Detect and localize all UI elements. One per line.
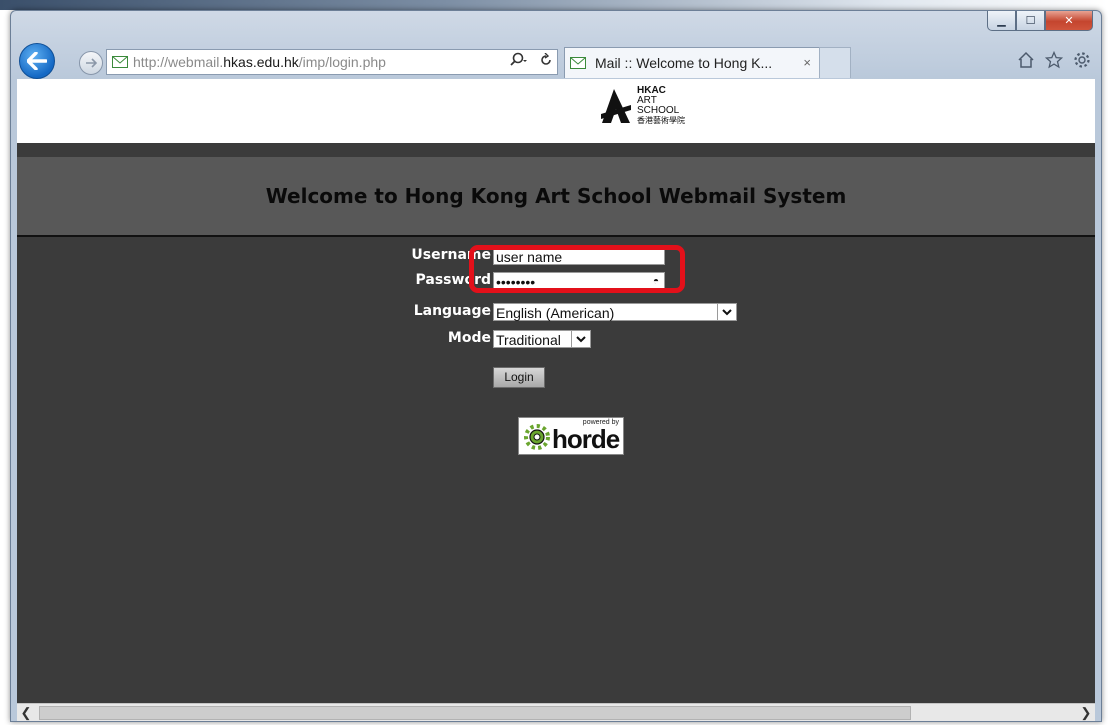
mode-selected: Traditional (496, 332, 561, 348)
site-header: HKAC ART SCHOOL 香港藝術學院 (17, 79, 1095, 143)
tab-close-button[interactable]: × (803, 55, 811, 70)
search-dropdown-button[interactable] (509, 52, 529, 73)
minimize-button[interactable]: ▁ (987, 11, 1016, 31)
window-controls: ▁ ☐ ✕ (987, 11, 1093, 31)
chevron-down-icon (571, 331, 590, 347)
search-icon (510, 52, 527, 66)
refresh-button[interactable] (539, 52, 553, 72)
scroll-left-icon[interactable]: ❮ (17, 704, 35, 721)
refresh-icon (541, 52, 551, 65)
credentials-highlight-box (469, 245, 685, 293)
horizontal-scrollbar[interactable]: ❮ ❯ (17, 703, 1095, 721)
logo-text: HKAC ART SCHOOL 香港藝術學院 (637, 86, 685, 126)
arrow-right-icon (86, 58, 97, 68)
language-label: Language (413, 303, 491, 319)
scrollbar-thumb[interactable] (39, 706, 911, 720)
address-tools (509, 52, 553, 73)
logo-line3: SCHOOL (637, 105, 680, 116)
desktop-background (0, 0, 1108, 10)
close-window-button[interactable]: ✕ (1045, 11, 1093, 31)
mode-row: Mode Traditional (17, 330, 1095, 350)
maximize-icon: ☐ (1025, 14, 1036, 27)
mode-select[interactable]: Traditional (493, 330, 591, 348)
logo-a-mark (601, 89, 631, 123)
language-selected: English (American) (496, 305, 615, 321)
favorites-star-icon[interactable] (1045, 51, 1063, 69)
settings-gear-icon[interactable] (1073, 51, 1091, 69)
horde-gear-icon (524, 424, 550, 450)
logo-line4: 香港藝術學院 (637, 116, 685, 125)
chevron-down-icon (717, 304, 736, 320)
horde-wordmark: horde (552, 424, 620, 454)
scroll-right-icon[interactable]: ❯ (1077, 704, 1095, 721)
home-icon[interactable] (1017, 51, 1035, 69)
language-row: Language English (American) (17, 303, 1095, 323)
url-text: http://webmail.hkas.edu.hk/imp/login.php (133, 54, 386, 70)
maximize-button[interactable]: ☐ (1016, 11, 1045, 31)
language-select[interactable]: English (American) (493, 303, 737, 321)
powered-by-horde-badge[interactable]: powered by horde (518, 417, 624, 455)
browser-window: ▁ ☐ ✕ http://webmail.hkas.edu.hk/imp/log… (10, 10, 1102, 722)
mail-envelope-icon (112, 56, 128, 68)
welcome-banner: Welcome to Hong Kong Art School Webmail … (17, 157, 1095, 237)
address-bar[interactable]: http://webmail.hkas.edu.hk/imp/login.php (106, 49, 558, 75)
forward-button[interactable] (79, 51, 103, 75)
arrow-left-icon (27, 52, 47, 70)
minimize-icon: ▁ (997, 14, 1006, 27)
mode-label: Mode (447, 330, 491, 346)
browser-toolbar (1017, 51, 1091, 69)
mail-envelope-icon (570, 57, 586, 69)
school-logo: HKAC ART SCHOOL 香港藝術學院 (599, 86, 685, 126)
page-title: Welcome to Hong Kong Art School Webmail … (265, 184, 847, 208)
login-button[interactable]: Login (493, 367, 545, 388)
close-icon: ✕ (1064, 14, 1074, 27)
tab-webmail[interactable]: Mail :: Welcome to Hong K... × (564, 47, 820, 78)
back-button[interactable] (19, 43, 55, 79)
page-viewport: HKAC ART SCHOOL 香港藝術學院 Welcome to Hong K… (17, 79, 1095, 719)
new-tab-button[interactable] (819, 47, 851, 78)
tab-title: Mail :: Welcome to Hong K... (595, 55, 773, 71)
url-domain: hkas.edu.hk (223, 54, 299, 70)
navigation-bar: http://webmail.hkas.edu.hk/imp/login.php (11, 41, 1101, 79)
